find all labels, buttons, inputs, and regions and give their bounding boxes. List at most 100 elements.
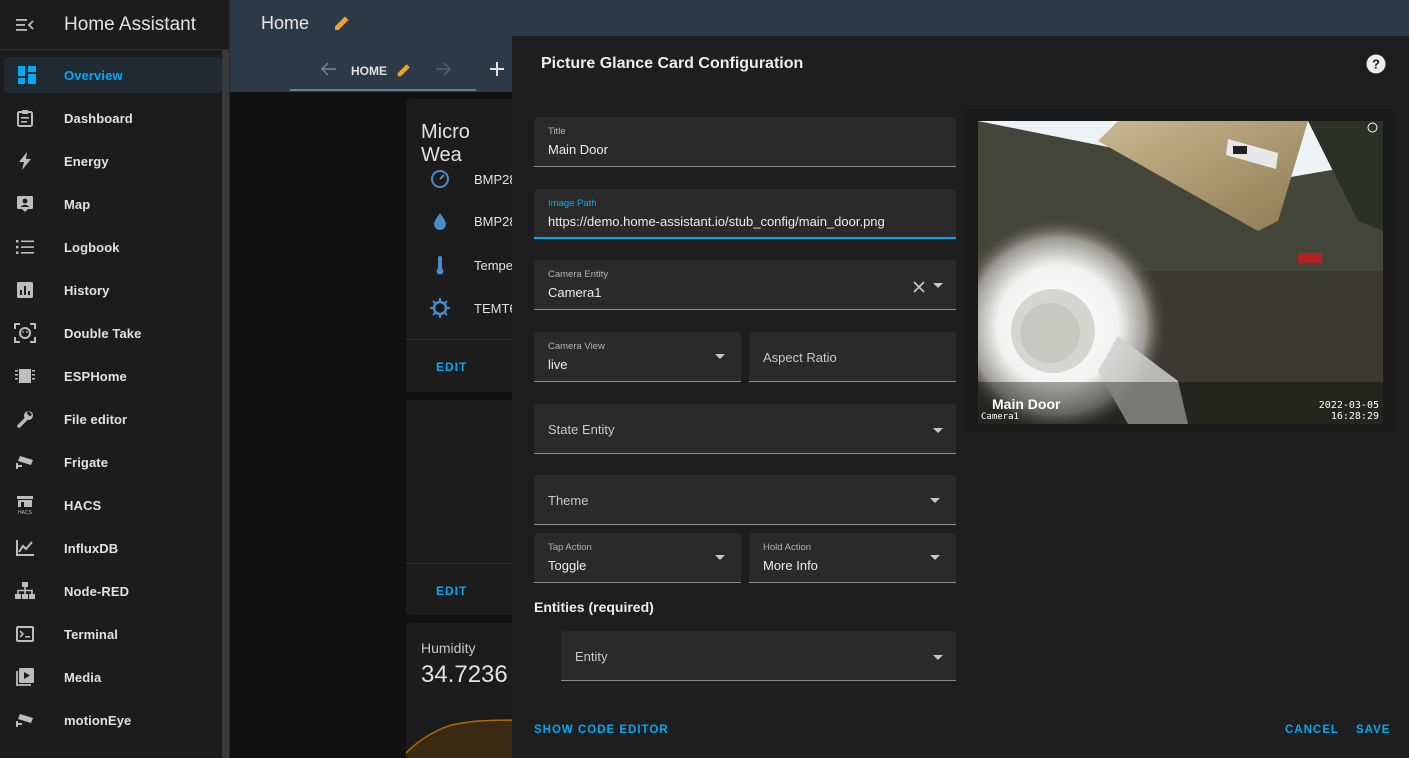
cctv-icon <box>0 454 50 470</box>
chevron-down-icon[interactable] <box>933 428 943 433</box>
sensor-name: Humidity <box>421 640 476 656</box>
card-preview: Main Door Camera1 2022-03-05 16:28:29 <box>964 109 1395 432</box>
camera-overlay-label: Camera1 <box>981 412 1019 422</box>
camera-view-select[interactable]: Camera View live <box>534 332 741 382</box>
sidebar-item-frigate[interactable]: Frigate <box>0 444 222 480</box>
chevron-down-icon <box>930 555 940 560</box>
sidebar-item-history[interactable]: History <box>0 272 222 308</box>
map-icon <box>0 195 50 213</box>
preview-title: Main Door <box>992 396 1061 412</box>
tap-action-select[interactable]: Tap Action Toggle <box>534 533 741 583</box>
menu-toggle-button[interactable] <box>0 18 50 32</box>
entity-field[interactable]: Entity <box>561 631 956 681</box>
state-entity-field[interactable]: State Entity <box>534 404 956 454</box>
field-value: More Info <box>763 558 818 573</box>
page-title: Home <box>261 13 310 33</box>
sidebar-item-label: Media <box>64 669 102 685</box>
field-value: Camera1 <box>548 285 602 300</box>
cctv-icon <box>0 712 50 728</box>
tab-home[interactable]: HOME <box>351 64 387 78</box>
sidebar-item-label: Dashboard <box>64 110 133 126</box>
sidebar-scrollbar[interactable] <box>222 50 229 758</box>
sidebar-item-influxdb[interactable]: InfluxDB <box>0 530 222 566</box>
clear-button[interactable] <box>913 280 925 298</box>
sidebar-item-media[interactable]: Media <box>0 659 222 695</box>
entity-name: Temper <box>474 257 518 273</box>
sidebar-item-double-take[interactable]: Double Take <box>0 315 222 351</box>
title-field[interactable]: Title Main Door <box>534 117 956 167</box>
energy-icon <box>0 152 50 170</box>
divider <box>406 563 516 564</box>
edit-view-button[interactable] <box>396 62 412 83</box>
entity-row[interactable]: Temper <box>428 255 517 275</box>
gauge-icon <box>428 169 452 189</box>
field-label: Camera View <box>548 341 605 352</box>
card-title: Micro Wea <box>421 121 470 166</box>
chart-icon <box>0 540 50 556</box>
entity-name: BMP28 <box>474 171 517 187</box>
card-config-dialog: Picture Glance Card Configuration ? Titl… <box>512 36 1409 758</box>
hold-action-select[interactable]: Hold Action More Info <box>749 533 956 583</box>
field-value: live <box>548 357 568 372</box>
chevron-down-icon[interactable] <box>933 283 943 288</box>
overview-icon <box>4 66 50 84</box>
camera-entity-field[interactable]: Camera Entity Camera1 <box>534 260 956 310</box>
entities-card: Micro Wea BMP28 BMP28 Temper TEMT6 EDIT <box>406 99 517 392</box>
sidebar-item-logbook[interactable]: Logbook <box>0 229 222 265</box>
sidebar-item-esphome[interactable]: ESPHome <box>0 358 222 394</box>
humidity-card: Humidity 34.7236 <box>406 623 516 758</box>
sidebar-item-label: Energy <box>64 153 109 169</box>
help-circle-icon: ? <box>1366 54 1386 74</box>
help-button[interactable]: ? <box>1366 54 1386 79</box>
chevron-down-icon <box>930 498 940 503</box>
chevron-down-icon[interactable] <box>933 655 943 660</box>
sidebar-item-hacs[interactable]: HACS HACS <box>0 487 222 523</box>
card-edit-button[interactable]: EDIT <box>436 584 467 598</box>
entity-row[interactable]: BMP28 <box>428 212 517 230</box>
field-placeholder: Theme <box>548 493 589 508</box>
sidebar-item-map[interactable]: Map <box>0 186 222 222</box>
card-edit-button[interactable]: EDIT <box>436 360 467 374</box>
sidebar: Home Assistant Overview Dashboard Energy… <box>0 0 230 758</box>
sidebar-item-node-red[interactable]: Node-RED <box>0 573 222 609</box>
sidebar-item-motioneye[interactable]: motionEye <box>0 702 222 738</box>
field-placeholder: Aspect Ratio <box>763 350 837 365</box>
cancel-button[interactable]: CANCEL <box>1285 724 1339 736</box>
arrow-right-icon <box>436 62 452 76</box>
field-label: Title <box>548 126 566 137</box>
theme-select[interactable]: Theme <box>534 475 956 525</box>
aspect-ratio-field[interactable]: Aspect Ratio <box>749 332 956 382</box>
field-value: https://demo.home-assistant.io/stub_conf… <box>548 214 885 229</box>
water-percent-icon <box>428 212 452 230</box>
image-path-field[interactable]: Image Path https://demo.home-assistant.i… <box>534 189 956 239</box>
menu-collapse-icon <box>16 18 34 31</box>
field-label: Image Path <box>548 198 597 209</box>
camera-scene <box>978 121 1383 424</box>
edit-dashboard-button[interactable] <box>333 14 351 37</box>
sidebar-item-label: Logbook <box>64 239 120 255</box>
sitemap-icon <box>0 582 50 600</box>
sidebar-item-terminal[interactable]: Terminal <box>0 616 222 652</box>
entity-row[interactable]: BMP28 <box>428 169 517 189</box>
move-tab-left-button[interactable] <box>320 62 337 81</box>
brightness-icon <box>428 298 452 318</box>
play-box-icon <box>0 668 50 686</box>
move-tab-right-button[interactable] <box>435 62 452 81</box>
sidebar-item-dashboard[interactable]: Dashboard <box>0 100 222 136</box>
save-button[interactable]: SAVE <box>1356 724 1390 736</box>
sidebar-item-overview[interactable]: Overview <box>4 57 222 93</box>
sidebar-header: Home Assistant <box>0 0 229 50</box>
add-view-button[interactable] <box>489 61 505 82</box>
sidebar-item-energy[interactable]: Energy <box>0 143 222 179</box>
sidebar-item-label: Terminal <box>64 626 119 642</box>
entity-name: BMP28 <box>474 213 517 229</box>
camera-snapshot-image[interactable]: Main Door Camera1 2022-03-05 16:28:29 <box>978 121 1383 424</box>
entities-heading: Entities (required) <box>534 599 654 615</box>
sidebar-item-file-editor[interactable]: File editor <box>0 401 222 437</box>
terminal-icon <box>0 626 50 642</box>
entity-row[interactable]: TEMT6 <box>428 298 517 318</box>
sidebar-item-label: Double Take <box>64 325 142 341</box>
preview-footer: Main Door Camera1 2022-03-05 16:28:29 <box>978 382 1383 424</box>
chevron-down-icon <box>715 354 725 359</box>
show-code-editor-button[interactable]: SHOW CODE EDITOR <box>534 724 669 736</box>
